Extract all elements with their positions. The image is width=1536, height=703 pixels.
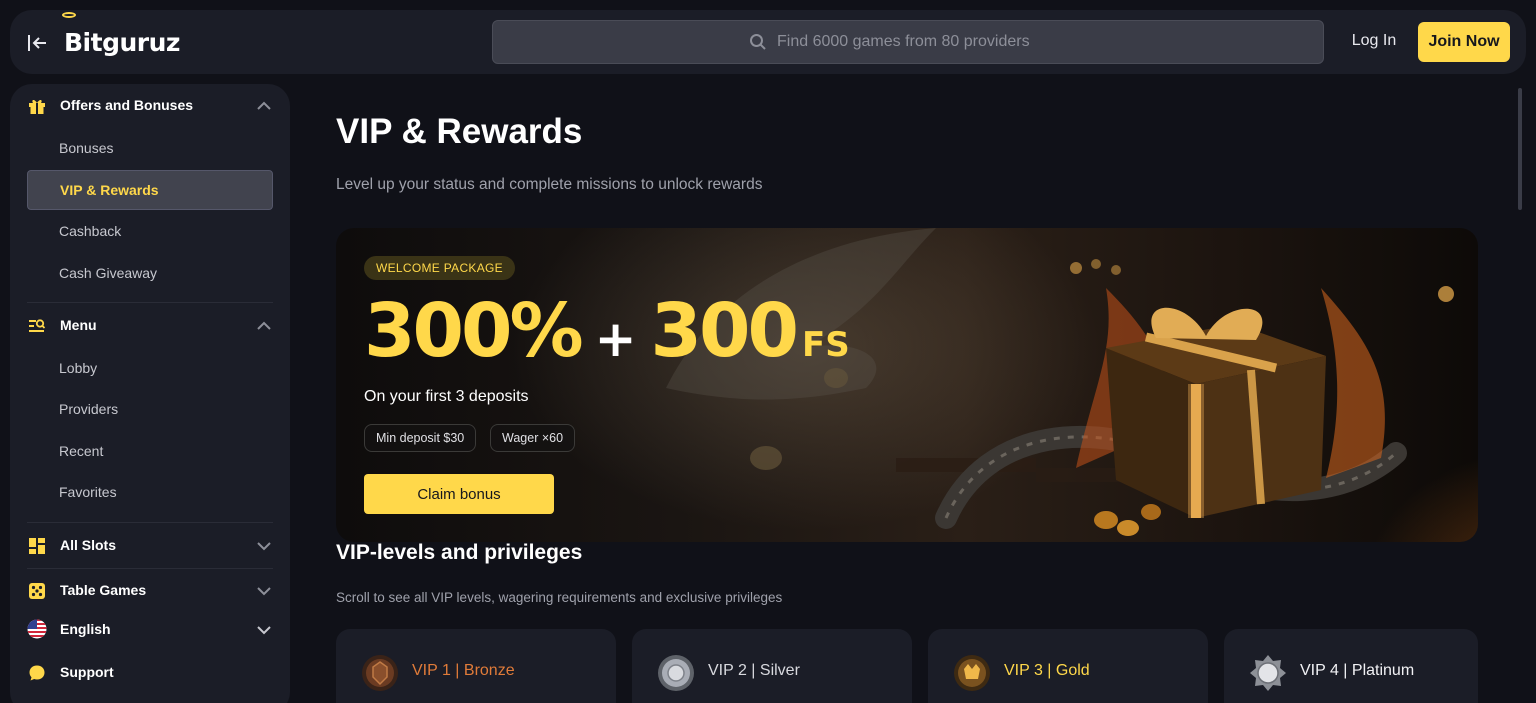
platinum-medal-icon <box>1250 655 1286 691</box>
search-input[interactable] <box>777 33 1067 51</box>
sidebar-item-providers[interactable]: Providers <box>27 389 273 429</box>
top-bar: Bitguruz Log In Join Now <box>10 10 1526 74</box>
language-selector[interactable]: English <box>10 614 290 644</box>
welcome-package-banner: WELCOME PACKAGE 300% + 300 FS On your fi… <box>336 228 1478 542</box>
sidebar-item-bonuses[interactable]: Bonuses <box>27 128 273 168</box>
bronze-medal-icon <box>362 655 398 691</box>
vip-level-label: VIP 3 | Gold <box>1004 662 1090 679</box>
collapse-sidebar-icon[interactable] <box>24 30 50 56</box>
language-label: English <box>60 621 111 637</box>
section-offers-label: Offers and Bonuses <box>60 97 194 113</box>
support-link[interactable]: Support <box>10 657 290 687</box>
silver-medal-icon <box>658 655 694 691</box>
page-scrollbar-thumb[interactable] <box>1518 88 1522 210</box>
us-flag-icon <box>27 619 47 639</box>
vip-section-title: VIP-levels and privileges <box>336 541 583 564</box>
sidebar-item-vip-rewards[interactable]: VIP & Rewards <box>27 170 273 210</box>
free-spins-count: 300 <box>650 288 799 374</box>
chevron-up-icon[interactable] <box>256 98 272 114</box>
bonus-plus: + <box>594 310 637 368</box>
chevron-down-icon[interactable] <box>256 583 272 599</box>
search-bar[interactable] <box>492 20 1324 64</box>
sidebar-item-recent[interactable]: Recent <box>27 431 273 471</box>
vip-level-label: VIP 2 | Silver <box>708 662 800 679</box>
bonus-headline: 300% + 300 FS <box>364 288 850 374</box>
section-table-games[interactable]: Table Games <box>10 575 290 605</box>
vip-level-label: VIP 4 | Platinum <box>1300 662 1415 679</box>
welcome-package-badge: WELCOME PACKAGE <box>364 256 515 280</box>
dice-icon <box>29 583 45 599</box>
section-offers-bonuses[interactable]: Offers and Bonuses <box>10 90 290 120</box>
page-subtitle: Level up your status and complete missio… <box>336 176 763 193</box>
page-title: VIP & Rewards <box>336 112 583 151</box>
gold-medal-icon <box>954 655 990 691</box>
chat-bubble-icon <box>29 665 45 681</box>
chevron-down-icon[interactable] <box>256 622 272 638</box>
chevron-down-icon[interactable] <box>256 538 272 554</box>
free-spins-label: FS <box>802 325 850 365</box>
bonus-description: On your first 3 deposits <box>364 388 529 405</box>
vip-card-platinum[interactable]: VIP 4 | Platinum <box>1224 629 1478 703</box>
join-now-button[interactable]: Join Now <box>1418 22 1510 62</box>
logo[interactable]: Bitguruz <box>62 12 180 64</box>
chevron-up-icon[interactable] <box>256 318 272 334</box>
sidebar-item-lobby[interactable]: Lobby <box>27 348 273 388</box>
section-table-games-label: Table Games <box>60 582 147 598</box>
sidebar: Offers and Bonuses Bonuses VIP & Rewards… <box>10 84 290 703</box>
claim-bonus-button[interactable]: Claim bonus <box>364 474 554 514</box>
section-menu[interactable]: Menu <box>10 310 290 340</box>
menu-search-icon <box>29 319 46 332</box>
sidebar-divider <box>27 302 273 303</box>
vip-card-gold[interactable]: VIP 3 | Gold <box>928 629 1208 703</box>
sidebar-item-cash-giveaway[interactable]: Cash Giveaway <box>27 253 273 293</box>
vip-section-subtitle: Scroll to see all VIP levels, wagering r… <box>336 590 783 605</box>
slots-grid-icon <box>29 538 45 554</box>
gift-icon <box>29 99 45 114</box>
support-label: Support <box>60 664 114 680</box>
sidebar-item-cashback[interactable]: Cashback <box>27 211 273 251</box>
vip-level-label: VIP 1 | Bronze <box>412 662 515 679</box>
logo-halo-icon <box>62 12 76 18</box>
vip-card-bronze[interactable]: VIP 1 | Bronze <box>336 629 616 703</box>
section-all-slots[interactable]: All Slots <box>10 530 290 560</box>
section-menu-label: Menu <box>60 317 97 333</box>
logo-text: Bitguruz <box>64 27 180 57</box>
section-all-slots-label: All Slots <box>60 537 117 553</box>
sidebar-item-favorites[interactable]: Favorites <box>27 472 273 512</box>
search-icon <box>750 34 766 50</box>
sidebar-divider <box>27 522 273 523</box>
vip-card-silver[interactable]: VIP 2 | Silver <box>632 629 912 703</box>
login-button[interactable]: Log In <box>1340 22 1408 60</box>
sidebar-divider <box>27 568 273 569</box>
wager-chip: Wager ×60 <box>490 424 576 452</box>
bonus-percent: 300% <box>364 288 584 374</box>
min-deposit-chip: Min deposit $30 <box>364 424 477 452</box>
